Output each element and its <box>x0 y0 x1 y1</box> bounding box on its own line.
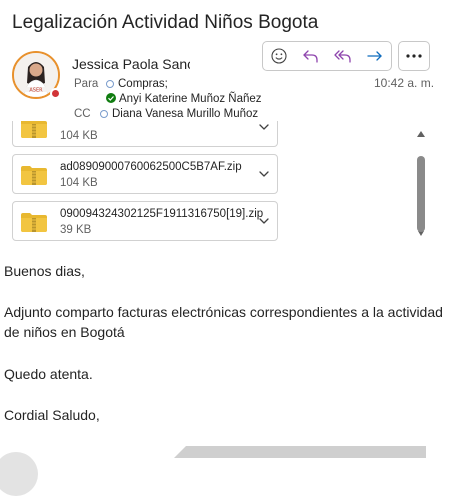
attachment-name: 090094324302125F1911316750[19].zip <box>60 208 264 220</box>
attachment-size: 39 KB <box>60 224 92 236</box>
attachment-card[interactable]: 090094324302125F1911316750[19].zip 39 KB <box>12 201 278 241</box>
scroll-up-arrow-icon <box>417 131 425 137</box>
more-icon <box>406 54 422 58</box>
sender-name[interactable]: Jessica Paola Sanc <box>72 56 190 72</box>
body-signoff: Cordial Saludo, <box>4 407 100 423</box>
recipient-cc-1[interactable]: Diana Vanesa Murillo Muñoz <box>100 108 258 120</box>
presence-unknown-icon <box>100 110 108 118</box>
body-message: Adjunto comparto facturas electrónicas c… <box>4 304 443 340</box>
presence-busy-indicator <box>50 88 61 99</box>
scrollbar-thumb[interactable] <box>417 156 425 232</box>
recipient-name: Compras; <box>118 78 168 90</box>
attachment-size: 104 KB <box>60 130 98 142</box>
chevron-down-icon[interactable] <box>258 217 270 225</box>
signature-image-fragment <box>0 452 38 496</box>
presence-available-icon <box>106 93 116 103</box>
reply-all-icon <box>334 50 351 63</box>
forward-icon <box>367 51 382 61</box>
body-greeting: Buenos dias, <box>4 263 85 279</box>
avatar-logo-text: ASER <box>29 88 43 94</box>
signature-banner <box>174 446 426 458</box>
forward-button[interactable] <box>359 42 391 70</box>
body-closing: Quedo atenta. <box>4 366 93 382</box>
zip-folder-icon <box>21 213 47 232</box>
chevron-down-icon[interactable] <box>258 123 270 131</box>
received-time: 10:42 a. m. <box>374 76 435 90</box>
email-subject: Legalización Actividad Niños Bogota <box>12 12 319 33</box>
reply-all-button[interactable] <box>327 42 359 70</box>
message-actions-group <box>262 41 392 71</box>
presence-unknown-icon <box>106 80 114 88</box>
zip-folder-icon <box>21 121 47 138</box>
attachments-list[interactable]: 104 KB ad08909000760062500C5B7AF.zip 104… <box>0 121 461 243</box>
recipient-name: Diana Vanesa Murillo Muñoz <box>112 108 259 120</box>
recipient-to-2[interactable]: Anyi Katerine Muñoz Ñañez <box>106 93 262 105</box>
attachment-card[interactable]: ad08909000760062500C5B7AF.zip 104 KB <box>12 154 278 194</box>
reply-icon <box>303 50 318 63</box>
recipient-name: Anyi Katerine Muñoz Ñañez <box>119 93 262 105</box>
cc-label: CC <box>74 108 91 120</box>
attachment-name: ad08909000760062500C5B7AF.zip <box>60 161 242 173</box>
recipient-to-1[interactable]: Compras; <box>106 78 168 90</box>
emoji-reaction-button[interactable] <box>263 42 295 70</box>
reply-button[interactable] <box>295 42 327 70</box>
attachment-card[interactable]: 104 KB <box>12 121 278 147</box>
chevron-down-icon[interactable] <box>258 170 270 178</box>
to-label: Para <box>74 78 99 90</box>
emoji-icon <box>271 48 287 64</box>
more-actions-button[interactable] <box>398 41 430 71</box>
zip-folder-icon <box>21 166 47 185</box>
attachment-size: 104 KB <box>60 177 98 189</box>
